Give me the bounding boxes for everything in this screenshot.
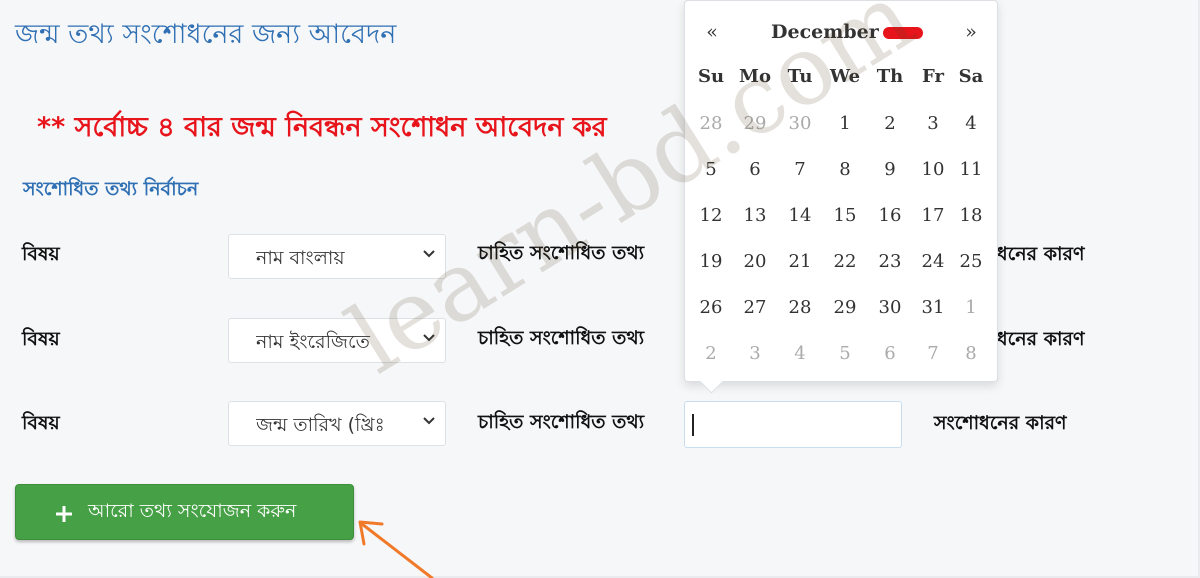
calendar-day[interactable]: 16: [870, 205, 910, 226]
calendar-day[interactable]: 12: [691, 205, 731, 226]
calendar-day[interactable]: 10: [913, 159, 953, 180]
calendar-day[interactable]: 11: [951, 159, 991, 180]
calendar-day[interactable]: 25: [951, 251, 991, 272]
calendar-next-button[interactable]: »: [956, 21, 986, 43]
text-caret: [692, 414, 694, 436]
calendar-day[interactable]: 26: [691, 297, 731, 318]
calendar-day[interactable]: 5: [691, 159, 731, 180]
subject-select[interactable]: নাম ইংরেজিতে: [228, 318, 446, 363]
date-input[interactable]: [684, 401, 902, 448]
calendar-day[interactable]: 1: [825, 113, 865, 134]
calendar-day[interactable]: 3: [735, 343, 775, 364]
calendar-month: December: [771, 21, 879, 43]
subject-select[interactable]: জন্ম তারিখ (খ্রিঃ: [228, 401, 446, 446]
reason-label: ধনের কারণ: [997, 243, 1085, 265]
calendar-day[interactable]: 2: [870, 113, 910, 134]
calendar-day[interactable]: 14: [780, 205, 820, 226]
calendar-day[interactable]: 27: [735, 297, 775, 318]
calendar-day[interactable]: 28: [691, 113, 731, 134]
subject-select[interactable]: নাম বাংলায়: [228, 234, 446, 279]
calendar-day[interactable]: 23: [870, 251, 910, 272]
calendar-day[interactable]: 15: [825, 205, 865, 226]
weekday-header: We: [829, 66, 861, 87]
page-title: জন্ম তথ্য সংশোধনের জন্য আবেদন: [15, 19, 397, 50]
weekday-header: Mo: [739, 66, 771, 87]
calendar-day[interactable]: 18: [951, 205, 991, 226]
calendar-day[interactable]: 7: [780, 159, 820, 180]
calendar-day[interactable]: 29: [825, 297, 865, 318]
calendar-day[interactable]: 28: [780, 297, 820, 318]
weekday-header: Su: [697, 66, 725, 87]
form-page: জন্ম তথ্য সংশোধনের জন্য আবেদন ** সর্বোচ্…: [0, 0, 1200, 578]
calendar-day[interactable]: 29: [735, 113, 775, 134]
calendar-day[interactable]: 19: [691, 251, 731, 272]
calendar-day[interactable]: 8: [825, 159, 865, 180]
subject-label: বিষয়: [22, 328, 60, 350]
calendar-day[interactable]: 4: [780, 343, 820, 364]
calendar-day[interactable]: 9: [870, 159, 910, 180]
calendar-day[interactable]: 31: [913, 297, 953, 318]
redacted-year-mark: [882, 27, 923, 39]
add-more-info-button[interactable]: আরো তথ্য সংযোজন করুন: [15, 484, 354, 540]
calendar-day[interactable]: 22: [825, 251, 865, 272]
calendar-day[interactable]: 4: [951, 113, 991, 134]
chevron-down-icon: [423, 250, 435, 258]
wanted-info-label: চাহিত সংশোধিত তথ্য: [478, 327, 645, 349]
calendar-month-title[interactable]: December: [771, 21, 923, 43]
add-button-label: আরো তথ্য সংযোজন করুন: [88, 500, 297, 522]
calendar-day[interactable]: 5: [825, 343, 865, 364]
chevron-down-icon: [423, 334, 435, 342]
weekday-header: Tu: [787, 66, 813, 87]
calendar-day[interactable]: 6: [870, 343, 910, 364]
weekday-header: Fr: [922, 66, 944, 87]
select-value: নাম ইংরেজিতে: [256, 331, 370, 353]
calendar-day[interactable]: 21: [780, 251, 820, 272]
wanted-info-label: চাহিত সংশোধিত তথ্য: [478, 411, 645, 433]
reason-label: ধনের কারণ: [997, 328, 1085, 350]
calendar-day[interactable]: 24: [913, 251, 953, 272]
select-value: জন্ম তারিখ (খ্রিঃ: [256, 414, 385, 436]
reason-label: সংশোধনের কারণ: [934, 412, 1067, 434]
calendar-day[interactable]: 1: [951, 297, 991, 318]
wanted-info-label: চাহিত সংশোধিত তথ্য: [478, 242, 645, 264]
limit-warning: ** সর্বোচ্চ ৪ বার জন্ম নিবন্ধন সংশোধন আব…: [37, 112, 607, 143]
weekday-header: Th: [876, 66, 904, 87]
calendar-prev-button[interactable]: «: [697, 21, 727, 43]
calendar-day[interactable]: 17: [913, 205, 953, 226]
subject-label: বিষয়: [22, 243, 60, 265]
select-value: নাম বাংলায়: [256, 247, 345, 269]
calendar-day[interactable]: 3: [913, 113, 953, 134]
calendar-day[interactable]: 2: [691, 343, 731, 364]
calendar-day[interactable]: 7: [913, 343, 953, 364]
calendar-day[interactable]: 30: [780, 113, 820, 134]
subject-label: বিষয়: [22, 412, 60, 434]
chevron-down-icon: [423, 417, 435, 425]
calendar-day[interactable]: 13: [735, 205, 775, 226]
calendar-day[interactable]: 6: [735, 159, 775, 180]
calendar-day[interactable]: 20: [735, 251, 775, 272]
datepicker-popup: « December » Su Mo Tu We Th Fr Sa 28 29 30 1 2 3 4 5 6 7…: [684, 0, 998, 394]
popup-pointer: [699, 369, 724, 394]
arrow-annotation-icon: [358, 520, 434, 578]
plus-icon: [56, 506, 72, 522]
calendar-day[interactable]: 30: [870, 297, 910, 318]
weekday-header: Sa: [958, 66, 984, 87]
calendar-day[interactable]: 8: [951, 343, 991, 364]
section-title: সংশোধিত তথ্য নির্বাচন: [23, 178, 199, 200]
